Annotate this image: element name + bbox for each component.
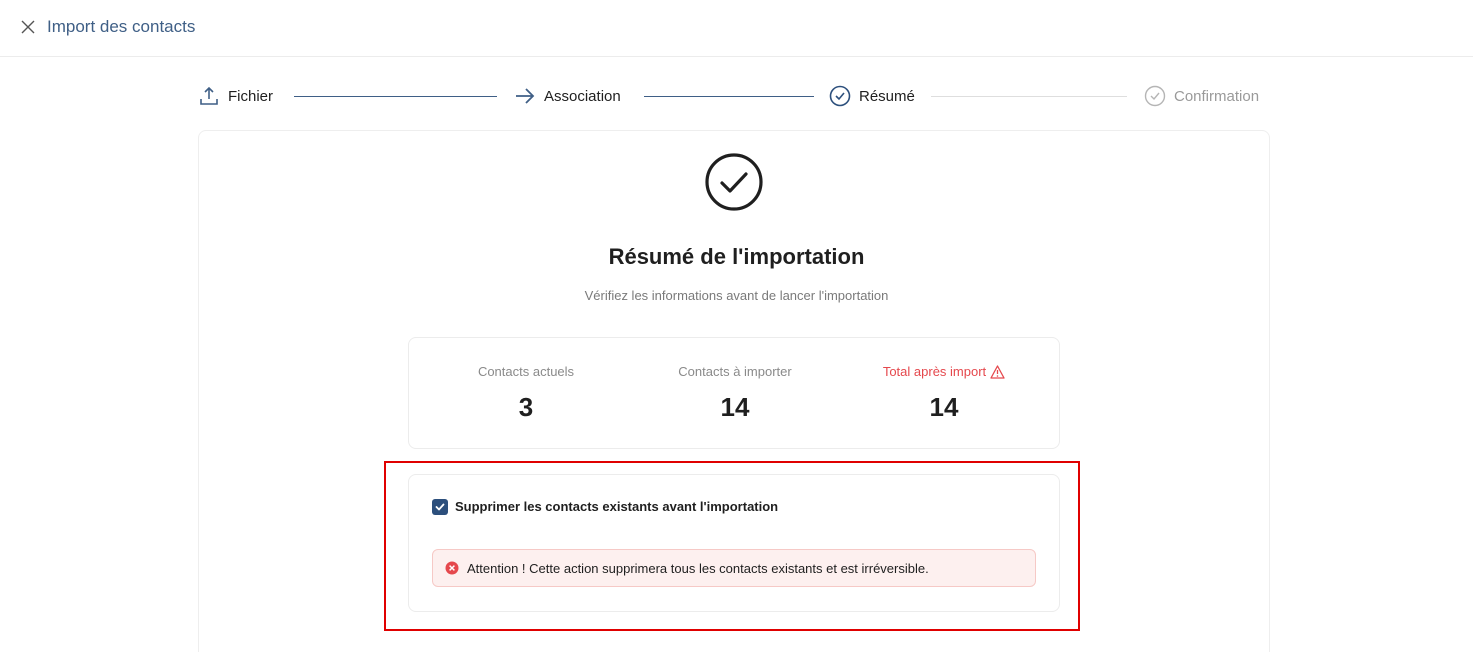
step-connector (294, 96, 497, 97)
step-label: Confirmation (1174, 87, 1260, 105)
arrow-right-icon (516, 88, 535, 104)
close-icon (21, 20, 35, 34)
stat-value: 3 (518, 392, 534, 422)
stepper: Fichier Association Résumé Confirmation (198, 82, 1270, 110)
stat-value: 14 (720, 392, 750, 422)
step-label: Association (544, 87, 621, 105)
check-circle-icon (1144, 85, 1166, 107)
close-button[interactable] (18, 17, 38, 37)
success-check-icon (705, 153, 763, 211)
check-circle-icon (829, 85, 851, 107)
step-label: Résumé (859, 87, 915, 105)
page-title: Import des contacts (47, 17, 196, 36)
step-association[interactable]: Association (514, 82, 621, 110)
step-fichier[interactable]: Fichier (198, 82, 273, 110)
stat-label: Contacts actuels (477, 364, 575, 379)
step-connector (644, 96, 814, 97)
summary-title: Résumé de l'importation (608, 244, 865, 269)
stat-total-after-import: Total après import 14 (839, 364, 1049, 423)
step-connector (931, 96, 1127, 97)
stat-current-contacts: Contacts actuels 3 (421, 364, 631, 423)
stat-label: Total après import (882, 364, 987, 379)
step-resume[interactable]: Résumé (829, 82, 915, 110)
top-bar: Import des contacts (0, 0, 1473, 57)
upload-icon (200, 86, 218, 105)
step-confirmation[interactable]: Confirmation (1144, 82, 1259, 110)
stat-contacts-to-import: Contacts à importer 14 (630, 364, 840, 423)
stat-value: 14 (929, 392, 959, 422)
stat-label: Contacts à importer (678, 364, 792, 379)
highlight-box (384, 461, 1080, 631)
step-label: Fichier (228, 87, 274, 105)
warning-icon (990, 365, 1005, 379)
stat-label-warning: Total après import (839, 364, 1049, 380)
summary-subtitle: Vérifiez les informations avant de lance… (584, 288, 889, 303)
stats-panel: Contacts actuels 3 Contacts à importer 1… (408, 337, 1060, 449)
